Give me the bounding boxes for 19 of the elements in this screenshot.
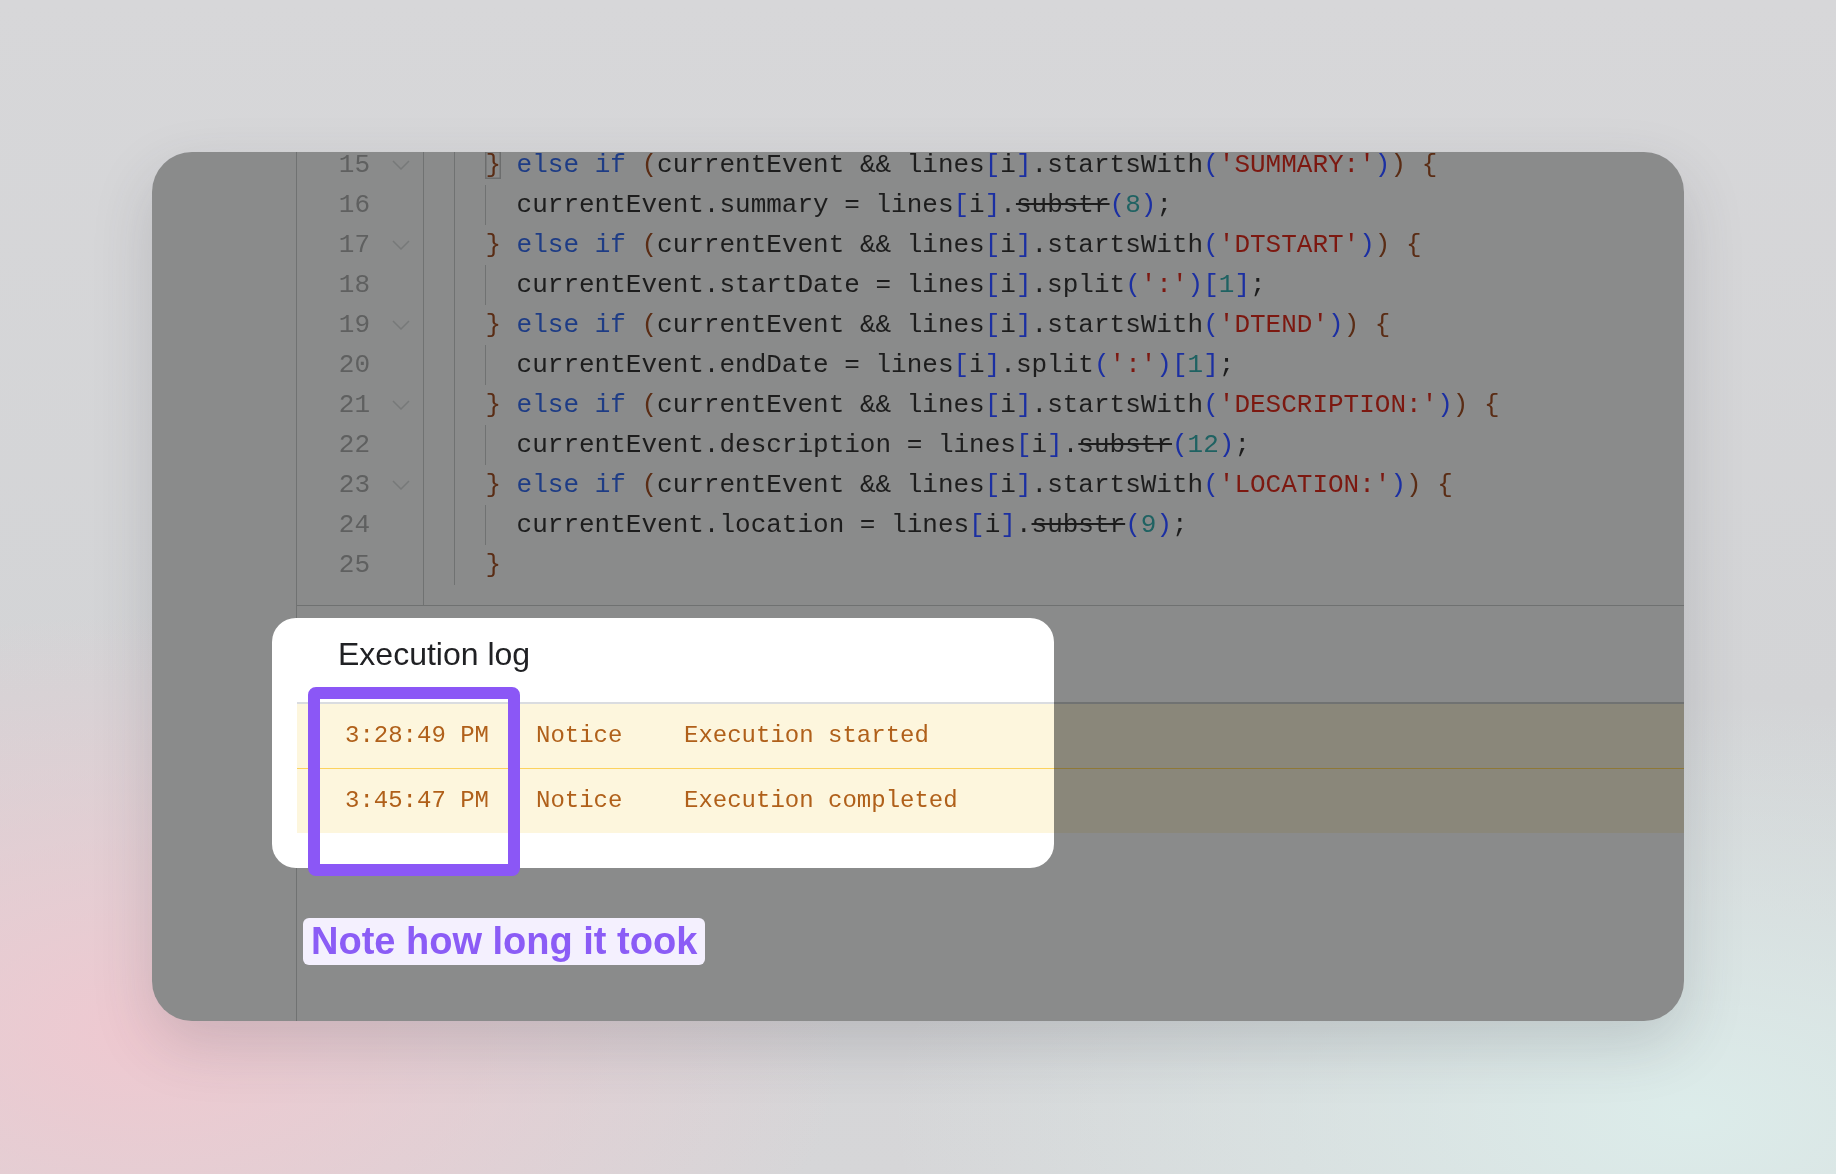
code-line: currentEvent.location = lines[i].substr(9);: [516, 509, 1188, 542]
log-message: Execution started: [684, 723, 929, 748]
code-line: currentEvent.description = lines[i].substr(12);: [516, 429, 1250, 462]
code-line: } else if (currentEvent && lines[i].startsWith('LOCATION:')) {: [485, 469, 1453, 502]
code-line: currentEvent.startDate = lines[i].split(':')[1];: [516, 269, 1266, 302]
code-line: } else if (currentEvent && lines[i].startsWith('DESCRIPTION:')) {: [485, 389, 1500, 422]
panel-title: Execution log: [338, 634, 531, 674]
log-level: Notice: [536, 789, 624, 813]
callout-note: Note how long it took: [303, 918, 706, 965]
code-line: } else if (currentEvent && lines[i].startsWith('SUMMARY:')) {: [485, 152, 1438, 182]
code-line: currentEvent.endDate = lines[i].split(':')[1];: [516, 349, 1235, 382]
log-time: 3:45:47 PM: [345, 789, 491, 813]
log-message: Execution completed: [684, 789, 958, 813]
code-line: }: [485, 549, 501, 582]
log-time: 3:28:49 PM: [345, 723, 491, 748]
code-line: } else if (currentEvent && lines[i].startsWith('DTEND')) {: [485, 309, 1391, 342]
code-line: currentEvent.summary = lines[i].substr(8);: [516, 189, 1172, 222]
log-level: Notice: [536, 723, 624, 748]
code-line: } else if (currentEvent && lines[i].startsWith('DTSTART')) {: [485, 229, 1422, 262]
